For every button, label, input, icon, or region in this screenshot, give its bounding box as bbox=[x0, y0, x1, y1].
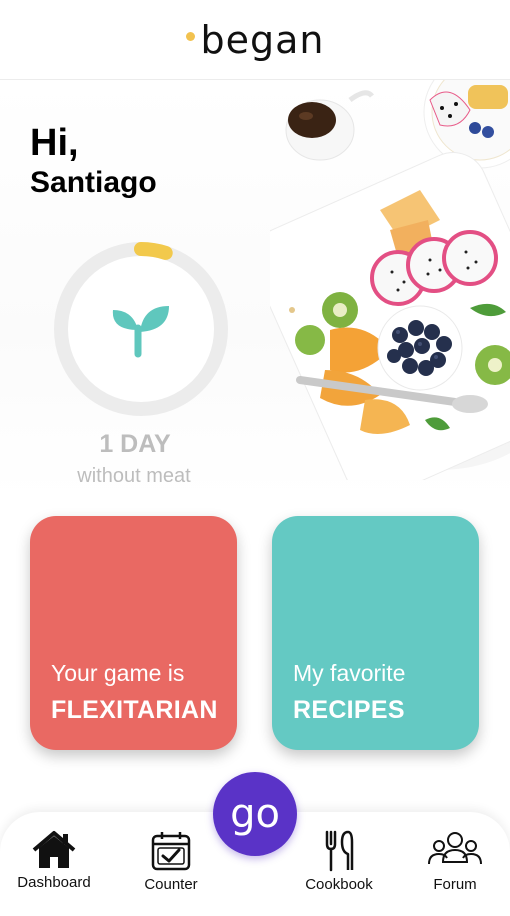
brand-logo[interactable]: began bbox=[185, 17, 325, 62]
calendar-check-icon bbox=[151, 832, 191, 871]
diet-game-card[interactable]: Your game is FLEXITARIAN bbox=[30, 516, 237, 750]
nav-forum-label: Forum bbox=[433, 876, 477, 893]
favorite-recipes-card-title: RECIPES bbox=[293, 696, 405, 724]
user-name: Santiago bbox=[30, 166, 157, 199]
progress-ring-graphic bbox=[54, 242, 228, 416]
days-progress-ring[interactable] bbox=[50, 238, 232, 420]
diet-game-card-title: FLEXITARIAN bbox=[51, 696, 218, 724]
cutlery-icon bbox=[325, 830, 354, 872]
go-button[interactable]: go bbox=[213, 772, 297, 856]
nav-counter[interactable]: Counter bbox=[121, 830, 221, 893]
nav-counter-label: Counter bbox=[144, 876, 198, 893]
logo-text: began bbox=[200, 17, 325, 62]
favorite-recipes-card[interactable]: My favorite RECIPES bbox=[272, 516, 479, 750]
nav-dashboard-label: Dashboard bbox=[17, 874, 91, 891]
nav-cookbook-label: Cookbook bbox=[305, 876, 373, 893]
logo-dot bbox=[185, 32, 195, 41]
diet-game-card-subtitle: Your game is bbox=[51, 660, 185, 686]
favorite-recipes-card-subtitle: My favorite bbox=[293, 660, 406, 686]
home-icon bbox=[32, 831, 76, 868]
food-platter-image bbox=[270, 80, 510, 480]
go-button-label: go bbox=[230, 791, 280, 837]
nav-forum[interactable]: Forum bbox=[405, 830, 505, 893]
group-icon bbox=[428, 832, 482, 865]
app-header: began bbox=[0, 0, 510, 80]
nav-cookbook[interactable]: Cookbook bbox=[289, 830, 389, 893]
days-counter-caption: without meat bbox=[77, 465, 191, 487]
days-counter-value: 1 DAY bbox=[99, 430, 171, 458]
nav-dashboard[interactable]: Dashboard bbox=[4, 830, 104, 891]
greeting-hi: Hi, bbox=[30, 122, 79, 164]
app-screen: began Hi, Santiago 1 DAY without meat Yo… bbox=[0, 0, 510, 916]
